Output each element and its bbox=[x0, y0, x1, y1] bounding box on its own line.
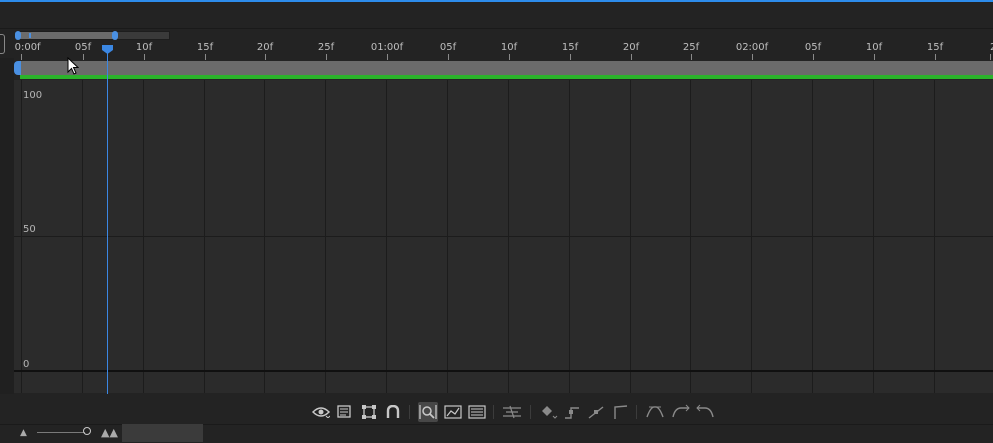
transform-box-icon[interactable] bbox=[359, 402, 379, 422]
ruler-tick-mark bbox=[448, 54, 449, 60]
ruler-tick-mark bbox=[813, 54, 814, 60]
ruler-tick-label: 0:00f bbox=[14, 42, 41, 53]
toolbar-separator bbox=[530, 405, 531, 419]
y-axis-label-100: 100 bbox=[23, 90, 43, 101]
fit-selection-icon[interactable] bbox=[418, 402, 438, 422]
ruler-tick-mark bbox=[752, 54, 753, 60]
ruler-tick-label: 05f bbox=[74, 42, 92, 53]
ruler-tick-label: 10f bbox=[865, 42, 883, 53]
separate-dimensions-icon[interactable] bbox=[502, 402, 522, 422]
toolbar-separator bbox=[636, 405, 637, 419]
graph-left-gutter bbox=[0, 58, 14, 394]
ruler-tick-mark bbox=[631, 54, 632, 60]
convert-linear-icon[interactable] bbox=[586, 402, 606, 422]
ruler-tick-label: 10f bbox=[135, 42, 153, 53]
ruler-tick-label: 01:00f bbox=[370, 42, 404, 53]
ruler-tick-label: 20f bbox=[622, 42, 640, 53]
zoom-out-icon[interactable]: ▲ bbox=[20, 428, 27, 438]
convert-auto-bezier-icon[interactable] bbox=[610, 402, 630, 422]
zoom-all-icon[interactable] bbox=[467, 402, 487, 422]
work-area-bar[interactable] bbox=[20, 61, 993, 75]
convert-hold-icon[interactable] bbox=[562, 402, 582, 422]
ruler-tick-label: 05f bbox=[804, 42, 822, 53]
graph-gridline-50 bbox=[14, 236, 993, 237]
ruler-tick-label: 25f bbox=[682, 42, 700, 53]
snap-magnet-icon[interactable] bbox=[383, 402, 403, 422]
ruler-tick-mark bbox=[83, 54, 84, 60]
time-navigator-start-handle[interactable] bbox=[15, 31, 21, 40]
zoom-scroll-area[interactable] bbox=[122, 424, 203, 442]
keyframe-diamond-icon[interactable] bbox=[539, 402, 559, 422]
graph-editor-toolbar bbox=[0, 394, 993, 428]
time-navigator-range[interactable] bbox=[18, 32, 114, 39]
fit-all-icon[interactable] bbox=[443, 402, 463, 422]
ruler-tick-mark bbox=[21, 54, 22, 60]
mouse-cursor-icon bbox=[67, 57, 79, 75]
toolbar-separator bbox=[409, 405, 410, 419]
ruler-tick-mark bbox=[570, 54, 571, 60]
ruler-tick-mark bbox=[144, 54, 145, 60]
ruler-tick-label: 05f bbox=[439, 42, 457, 53]
ruler-tick-label: 15f bbox=[561, 42, 579, 53]
y-axis-label-0: 0 bbox=[23, 359, 30, 370]
easy-ease-out-icon[interactable] bbox=[695, 402, 715, 422]
work-area-cache-indicator bbox=[20, 75, 993, 79]
ruler-tick-label: 20f bbox=[256, 42, 274, 53]
zoom-slider-track[interactable] bbox=[37, 432, 85, 433]
ruler-tick-mark bbox=[387, 54, 388, 60]
ruler-tick-mark bbox=[509, 54, 510, 60]
ruler-tick-label: 15f bbox=[926, 42, 944, 53]
eye-icon[interactable] bbox=[311, 402, 331, 422]
graph-gridline-0 bbox=[14, 370, 993, 372]
time-navigator-end-handle[interactable] bbox=[112, 31, 118, 40]
ruler-tick-label: 25f bbox=[317, 42, 335, 53]
ruler-tick-label: 02:00f bbox=[735, 42, 769, 53]
current-time-indicator-line[interactable] bbox=[107, 48, 108, 394]
ruler-tick-label: 10f bbox=[500, 42, 518, 53]
ruler-tick-mark bbox=[326, 54, 327, 60]
zoom-slider-knob[interactable] bbox=[83, 427, 91, 435]
panel-edge-bracket[interactable] bbox=[0, 34, 5, 54]
ruler-tick-mark bbox=[874, 54, 875, 60]
graph-type-icon[interactable] bbox=[335, 402, 355, 422]
toolbar-separator bbox=[493, 405, 494, 419]
y-axis-label-50: 50 bbox=[23, 224, 36, 235]
ruler-tick-label: 15f bbox=[196, 42, 214, 53]
easy-ease-in-icon[interactable] bbox=[671, 402, 691, 422]
time-navigator-playhead-marker bbox=[29, 33, 31, 38]
zoom-in-icon[interactable]: ▲▲ bbox=[101, 426, 118, 439]
ruler-tick-mark bbox=[265, 54, 266, 60]
ruler-tick-mark bbox=[205, 54, 206, 60]
ruler-tick-mark bbox=[691, 54, 692, 60]
panel-header bbox=[0, 2, 993, 29]
ruler-tick-mark bbox=[990, 54, 991, 60]
ruler-tick-mark bbox=[935, 54, 936, 60]
easy-ease-icon[interactable] bbox=[645, 402, 665, 422]
work-area-start-handle[interactable] bbox=[14, 61, 21, 75]
